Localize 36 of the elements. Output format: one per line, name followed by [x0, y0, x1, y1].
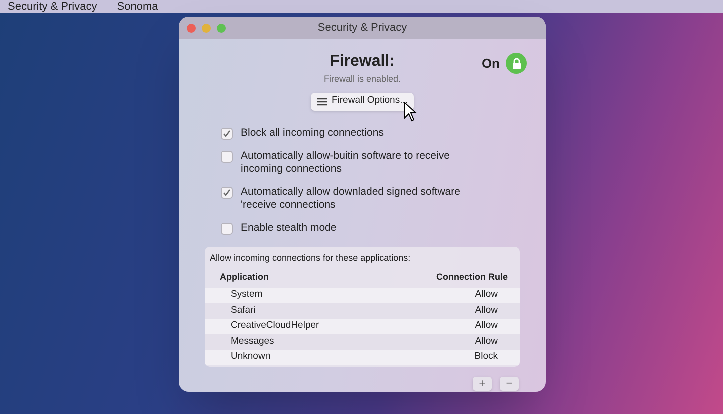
- checkbox[interactable]: [221, 186, 233, 198]
- panel-caption: Allow incoming connections for these applications:: [209, 252, 412, 265]
- menu-bar-item[interactable]: Sonoma: [117, 1, 158, 13]
- menu-bar-item[interactable]: Security & Privacy: [8, 1, 98, 13]
- close-button[interactable]: [187, 24, 196, 32]
- checkbox[interactable]: [221, 222, 233, 234]
- option-label: Enable stealth mode: [241, 222, 338, 234]
- table-cell: Allow: [475, 334, 498, 349]
- table-cell: Allow: [475, 288, 498, 302]
- table-cell: Messages: [231, 334, 274, 349]
- firewall-status: Firewall is enabled.: [324, 73, 402, 86]
- table-cell: Block: [474, 350, 498, 364]
- table-cell: Safari: [231, 304, 256, 318]
- add-button[interactable]: +: [473, 377, 492, 391]
- table-cell: System: [231, 288, 263, 302]
- minimize-button[interactable]: [202, 24, 211, 32]
- table-cell: Allow: [475, 304, 498, 318]
- checkbox[interactable]: [221, 150, 233, 162]
- table-cell: Allow: [475, 319, 498, 334]
- table-cell: Unknown: [231, 350, 271, 364]
- window-title: Security & Privacy: [316, 20, 408, 36]
- firewall-title: Firewall:: [330, 52, 395, 72]
- lock-button[interactable]: [506, 53, 527, 74]
- option-label: Block all incoming connections: [241, 126, 385, 140]
- firewall-state-label: On: [482, 54, 500, 73]
- firewall-options-button[interactable]: Firewall Options...: [310, 92, 414, 110]
- column-header[interactable]: Connection Rule: [436, 271, 508, 284]
- zoom-button[interactable]: [217, 24, 226, 32]
- column-header[interactable]: Application: [220, 271, 269, 284]
- table-cell: CreativeCloudHelper: [231, 319, 320, 334]
- remove-button[interactable]: −: [500, 377, 519, 391]
- menu-icon: [316, 98, 327, 106]
- option-label: Automatically allow-buitin software to receive incoming connections: [241, 150, 451, 176]
- lock-icon: [512, 58, 522, 70]
- option-label: Automatically allow downladed signed software 'receive connections: [241, 186, 462, 212]
- checkbox[interactable]: [221, 128, 233, 140]
